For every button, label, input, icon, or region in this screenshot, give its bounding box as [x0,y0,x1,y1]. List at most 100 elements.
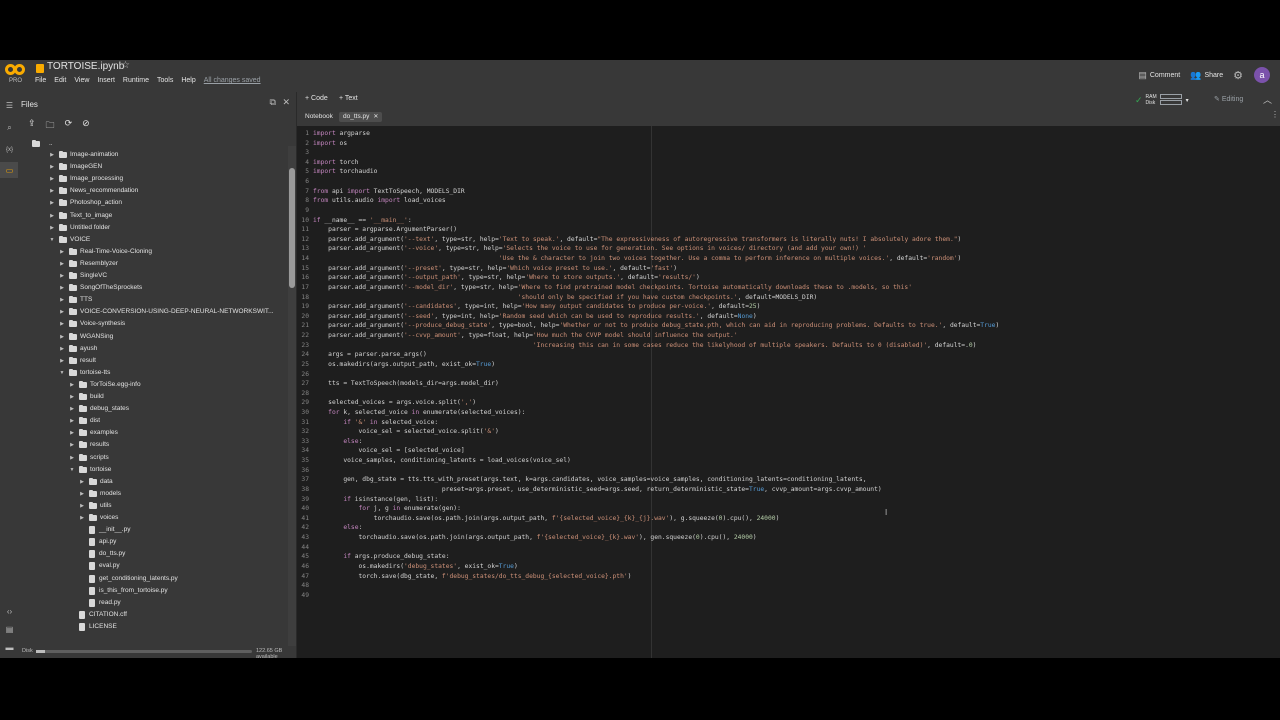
tree-folder[interactable]: ▼ tortoise-tts [59,367,110,379]
upload-file-icon[interactable]: ⇪ [28,118,36,134]
new-folder-icon[interactable]: 🗀 [46,118,55,134]
colab-logo[interactable]: PRO [5,64,27,88]
chevron-right-icon[interactable]: ▶ [69,379,75,391]
tree-folder[interactable]: ▶ Image-animation [49,149,118,161]
tree-folder[interactable]: ▶ News_recommendation [49,185,138,197]
save-status[interactable]: All changes saved [204,77,261,84]
chevron-right-icon[interactable]: ▶ [69,427,75,439]
chevron-right-icon[interactable]: ▶ [49,222,55,234]
menu-help[interactable]: Help [181,77,195,84]
tree-folder[interactable]: ▶ voices [79,512,118,524]
chevron-right-icon[interactable]: ▶ [59,258,65,270]
chevron-right-icon[interactable]: ▶ [69,415,75,427]
tree-folder[interactable]: ▶ Untitled folder [49,222,110,234]
menu-icon[interactable]: ☰ [4,100,15,111]
tree-folder[interactable]: ▶ data [79,476,113,488]
menu-insert[interactable]: Insert [97,77,115,84]
menu-file[interactable]: File [35,77,46,84]
chevron-right-icon[interactable]: ▶ [59,318,65,330]
chevron-right-icon[interactable]: ▶ [49,185,55,197]
files-icon[interactable]: ▭ [4,165,15,176]
menu-runtime[interactable]: Runtime [123,77,149,84]
menu-edit[interactable]: Edit [54,77,66,84]
tree-folder[interactable]: ▶ models [79,488,121,500]
tree-file[interactable]: eval.py [79,560,120,572]
share-button[interactable]: 👥 Share [1190,70,1223,81]
tree-file[interactable]: do_tts.py [79,548,125,560]
scrollbar-thumb[interactable] [289,168,295,288]
chevron-down-icon[interactable]: ▾ [1186,97,1189,104]
tree-file[interactable]: CITATION.cff [69,609,127,621]
chevron-down-icon[interactable]: ▼ [69,464,75,476]
close-tab-icon[interactable]: ✕ [373,114,378,120]
chevron-right-icon[interactable]: ▶ [69,439,75,451]
close-icon[interactable]: ✕ [282,97,290,107]
variables-icon[interactable]: {x} [4,145,15,156]
terminal-icon[interactable]: ▬ [4,642,15,653]
menu-tools[interactable]: Tools [157,77,173,84]
chevron-right-icon[interactable]: ▶ [59,306,65,318]
tree-folder[interactable]: ▶ scripts [69,452,109,464]
tree-folder[interactable]: ▶ examples [69,427,118,439]
tree-file[interactable]: __init__.py [79,524,130,536]
refresh-icon[interactable]: ⟳ [65,118,73,134]
resources-indicator[interactable]: ✓ RAM Disk ▾ [1135,94,1189,106]
editing-mode[interactable]: ✎ Editing [1214,95,1243,103]
chevron-right-icon[interactable]: ▶ [49,197,55,209]
avatar[interactable]: a [1254,67,1270,83]
settings-button[interactable]: ⚙ [1233,69,1246,82]
add-text-button[interactable]: + Text [339,95,358,102]
chevron-down-icon[interactable]: ▼ [59,367,65,379]
tree-folder[interactable]: ▶ ayush [59,343,97,355]
tree-folder[interactable]: ▶ Text_to_image [49,210,112,222]
tree-folder[interactable]: ▶ VOICE-CONVERSION-USING-DEEP-NEURAL-NETW… [59,306,274,318]
tree-folder[interactable]: ▶ result [59,355,96,367]
chevron-right-icon[interactable]: ▶ [79,512,85,524]
code-snippets-icon[interactable]: ‹› [4,606,15,617]
notebook-title[interactable]: TORTOISE.ipynb [47,61,124,72]
chevron-right-icon[interactable]: ▶ [69,391,75,403]
chevron-right-icon[interactable]: ▶ [69,452,75,464]
chevron-right-icon[interactable]: ▶ [59,294,65,306]
menu-view[interactable]: View [74,77,89,84]
tree-folder[interactable]: ▶ SongOfTheSprockets [59,282,142,294]
tab-notebook[interactable]: Notebook [301,112,337,122]
chevron-right-icon[interactable]: ▶ [59,343,65,355]
tree-folder[interactable]: ▶ Voice-synthesis [59,318,125,330]
add-code-button[interactable]: + Code [305,95,328,102]
chevron-right-icon[interactable]: ▶ [49,210,55,222]
tree-file[interactable]: get_conditioning_latents.py [79,573,178,585]
chevron-down-icon[interactable]: ▼ [49,234,55,246]
chevron-right-icon[interactable]: ▶ [59,246,65,258]
chevron-right-icon[interactable]: ▶ [49,161,55,173]
tree-file[interactable]: read.py [79,597,121,609]
file-tree-scrollbar[interactable] [288,146,296,646]
chevron-right-icon[interactable]: ▶ [59,355,65,367]
tree-folder[interactable]: ▶ build [69,391,104,403]
tree-folder[interactable]: ▶ Real-Time-Voice-Cloning [59,246,152,258]
tree-folder[interactable]: ▶ dist [69,415,100,427]
chevron-right-icon[interactable]: ▶ [59,331,65,343]
chevron-right-icon[interactable]: ▶ [59,270,65,282]
search-icon[interactable]: ⌕ [4,122,15,133]
more-vert-icon[interactable]: ⋮ [1271,110,1279,119]
star-icon[interactable]: ☆ [121,60,130,71]
open-in-tab-icon[interactable]: ⧉ [270,97,276,107]
comment-button[interactable]: ▤ Comment [1138,70,1180,81]
tree-folder[interactable]: ▶ utils [79,500,112,512]
code-editor[interactable]: 1 import argparse 2 import os 3 4 import torch… [297,126,1280,658]
chevron-right-icon[interactable]: ▶ [49,149,55,161]
tree-folder[interactable]: ▶ WGANSing [59,331,113,343]
tree-folder[interactable]: ▶ Image_processing [49,173,123,185]
tree-folder[interactable]: ▶ SingleVC [59,270,107,282]
tree-file[interactable]: LICENSE [69,621,117,633]
chevron-right-icon[interactable]: ▶ [79,488,85,500]
tree-folder[interactable]: ▶ ImageGEN [49,161,102,173]
tree-folder[interactable]: ▼ tortoise [69,464,111,476]
tree-folder[interactable]: ▶ results [69,439,109,451]
chevron-right-icon[interactable]: ▶ [69,403,75,415]
tree-file[interactable]: MANIFEST.in [69,633,128,634]
tree-file[interactable]: api.py [79,536,116,548]
tree-folder[interactable]: ▶ Photoshop_action [49,197,122,209]
chevron-right-icon[interactable]: ▶ [59,282,65,294]
